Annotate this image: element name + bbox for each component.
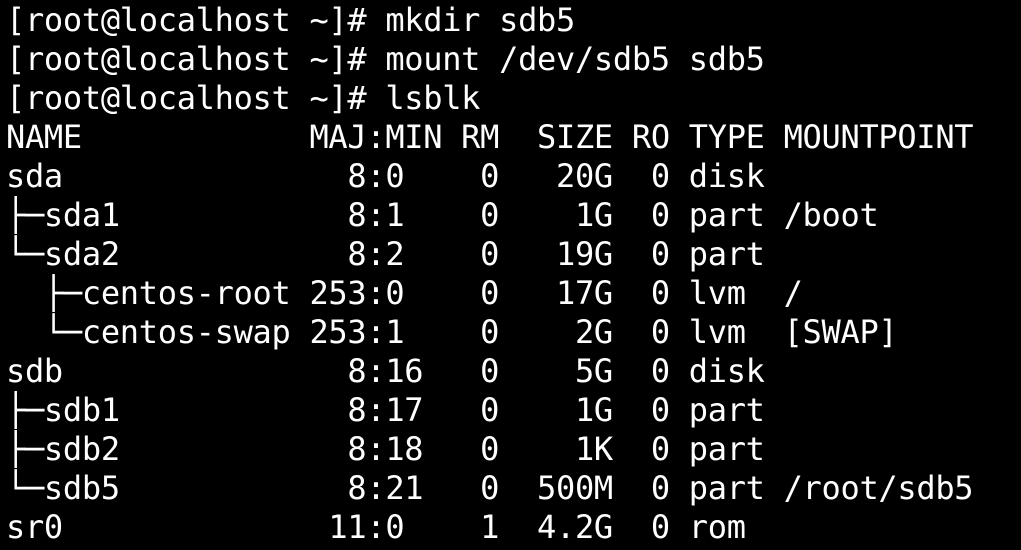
command-line-mkdir: [root@localhost ~]# mkdir sdb5	[6, 1, 575, 39]
lsblk-row-sdb: sdb 8:16 0 5G 0 disk	[6, 352, 765, 390]
command-line-mount: [root@localhost ~]# mount /dev/sdb5 sdb5	[6, 40, 765, 78]
command-line-lsblk: [root@localhost ~]# lsblk	[6, 79, 481, 117]
lsblk-row-centos-swap: └─centos-swap 253:1 0 2G 0 lvm [SWAP]	[6, 313, 898, 351]
terminal-window[interactable]: [root@localhost ~]# mkdir sdb5 [root@loc…	[0, 0, 1021, 550]
lsblk-row-sr0: sr0 11:0 1 4.2G 0 rom	[6, 508, 746, 546]
lsblk-row-sdb5: └─sdb5 8:21 0 500M 0 part /root/sdb5	[6, 469, 974, 507]
lsblk-row-sda1: ├─sda1 8:1 0 1G 0 part /boot	[6, 196, 879, 234]
lsblk-row-sdb2: ├─sdb2 8:18 0 1K 0 part	[6, 430, 765, 468]
lsblk-row-sdb1: ├─sdb1 8:17 0 1G 0 part	[6, 391, 765, 429]
lsblk-row-sda2: └─sda2 8:2 0 19G 0 part	[6, 235, 765, 273]
lsblk-row-centos-root: ├─centos-root 253:0 0 17G 0 lvm /	[6, 274, 803, 312]
lsblk-row-sda: sda 8:0 0 20G 0 disk	[6, 157, 765, 195]
lsblk-header-row: NAME MAJ:MIN RM SIZE RO TYPE MOUNTPOINT	[6, 118, 974, 156]
